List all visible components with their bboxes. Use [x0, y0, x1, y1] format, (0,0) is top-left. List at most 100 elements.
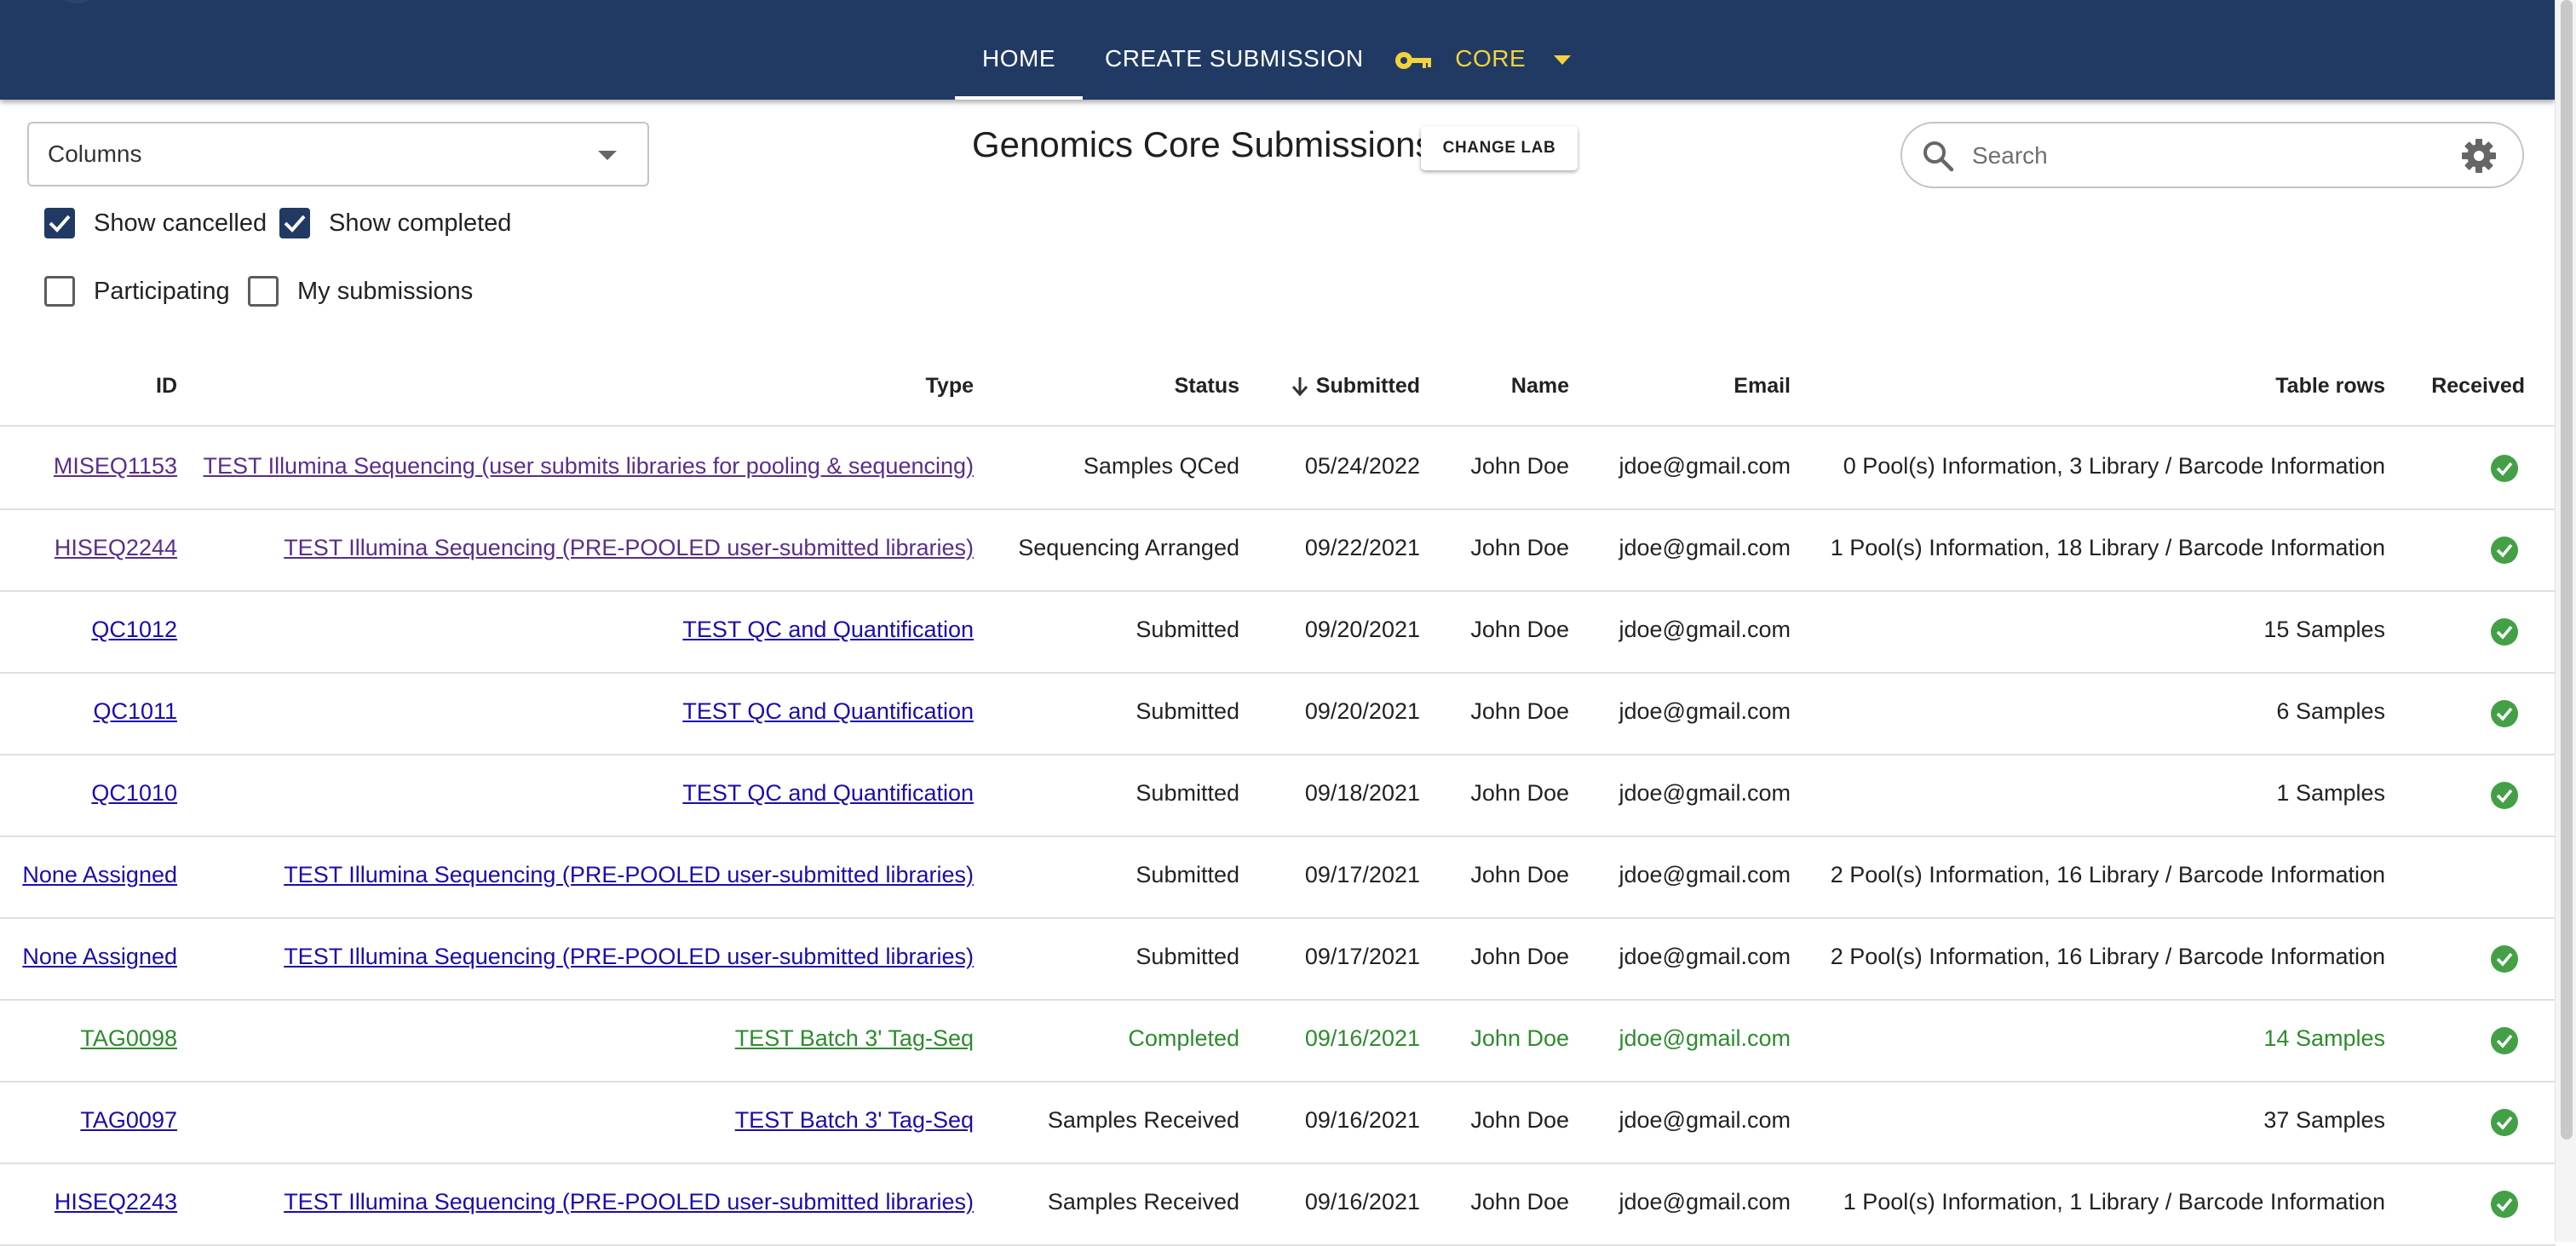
- participating-checkbox[interactable]: [44, 276, 75, 307]
- submission-type-link[interactable]: TEST Illumina Sequencing (PRE-POOLED use…: [284, 535, 974, 560]
- table-row[interactable]: HISEQ2243 TEST Illumina Sequencing (PRE-P…: [0, 1163, 2556, 1246]
- submission-id-link[interactable]: None Assigned: [22, 944, 177, 969]
- email-cell: jdoe@gmail.com: [1619, 862, 1791, 887]
- submission-type-link[interactable]: TEST Batch 3' Tag-Seq: [735, 1107, 974, 1133]
- participating-filter[interactable]: Participating: [44, 276, 230, 307]
- name-cell: John Doe: [1470, 1107, 1569, 1133]
- submission-id-link[interactable]: None Assigned: [22, 862, 177, 887]
- submission-type-link[interactable]: TEST Batch 3' Tag-Seq: [735, 1025, 974, 1051]
- table-row[interactable]: QC1011 TEST QC and Quantification Submitte…: [0, 672, 2556, 755]
- header-status[interactable]: Status: [1175, 374, 1239, 399]
- status-cell: Submitted: [1136, 780, 1239, 806]
- submission-id-link[interactable]: HISEQ2244: [55, 535, 177, 560]
- header-table-rows[interactable]: Table rows: [2275, 374, 2385, 399]
- table-row[interactable]: HISEQ2244 TEST Illumina Sequencing (PRE-P…: [0, 508, 2556, 592]
- name-cell: John Doe: [1470, 698, 1569, 724]
- name-cell: John Doe: [1470, 1025, 1569, 1051]
- table-row[interactable]: MISEQ1153 TEST Illumina Sequencing (user …: [0, 427, 2556, 510]
- submission-id-link[interactable]: MISEQ1153: [54, 453, 177, 479]
- status-cell: Submitted: [1136, 862, 1239, 887]
- submitted-cell: 09/17/2021: [1304, 944, 1420, 969]
- show-cancelled-checkbox[interactable]: [44, 208, 75, 238]
- check-circle-icon: [2491, 1027, 2518, 1054]
- submission-type-link[interactable]: TEST QC and Quantification: [682, 698, 974, 724]
- show-cancelled-filter[interactable]: Show cancelled: [44, 208, 267, 238]
- submission-type-link[interactable]: TEST QC and Quantification: [682, 780, 974, 806]
- email-cell: jdoe@gmail.com: [1619, 780, 1791, 806]
- table-rows-cell: 14 Samples: [2263, 1025, 2385, 1051]
- columns-select[interactable]: Columns: [27, 122, 649, 187]
- tab-create-submission-label: CREATE SUBMISSION: [1105, 45, 1364, 72]
- submission-id-link[interactable]: QC1012: [91, 617, 177, 642]
- logo[interactable]: [51, 0, 102, 3]
- header-email[interactable]: Email: [1734, 374, 1791, 399]
- submission-type-link[interactable]: TEST Illumina Sequencing (user submits l…: [204, 453, 974, 479]
- core-menu[interactable]: CORE: [1394, 0, 1572, 100]
- scrollbar-thumb[interactable]: [2561, 0, 2573, 1140]
- search-input[interactable]: [1970, 134, 2417, 178]
- table-rows-cell: 1 Samples: [2276, 780, 2385, 806]
- check-circle-icon: [2491, 782, 2518, 809]
- search-box[interactable]: [1900, 122, 2524, 188]
- dropdown-arrow-icon: [598, 151, 617, 160]
- status-cell: Submitted: [1136, 617, 1239, 642]
- my-submissions-label: My submissions: [297, 277, 474, 305]
- submission-id-link[interactable]: TAG0097: [80, 1107, 177, 1133]
- submission-type-link[interactable]: TEST Illumina Sequencing (PRE-POOLED use…: [284, 1189, 974, 1214]
- change-lab-button[interactable]: CHANGE LAB: [1421, 126, 1578, 170]
- sort-arrow-icon: [1291, 377, 1308, 397]
- name-cell: John Doe: [1470, 1189, 1569, 1214]
- submission-id-link[interactable]: HISEQ2243: [55, 1189, 177, 1214]
- show-completed-checkbox[interactable]: [279, 208, 310, 238]
- columns-select-label: Columns: [48, 141, 142, 167]
- check-circle-icon: [2491, 618, 2518, 646]
- table-row[interactable]: TAG0098 TEST Batch 3' Tag-Seq Completed 09/…: [0, 999, 2556, 1082]
- show-completed-label: Show completed: [329, 209, 512, 237]
- name-cell: John Doe: [1470, 617, 1569, 642]
- submission-type-link[interactable]: TEST QC and Quantification: [682, 617, 974, 642]
- submitted-cell: 09/18/2021: [1304, 780, 1420, 806]
- show-completed-filter[interactable]: Show completed: [279, 208, 511, 238]
- tab-home-label: HOME: [982, 45, 1055, 72]
- name-cell: John Doe: [1470, 780, 1569, 806]
- table-row[interactable]: QC1010 TEST QC and Quantification Submitte…: [0, 754, 2556, 837]
- submitted-cell: 09/17/2021: [1304, 862, 1420, 887]
- header-received[interactable]: Received: [2431, 374, 2525, 399]
- email-cell: jdoe@gmail.com: [1619, 535, 1791, 560]
- status-cell: Samples Received: [1047, 1107, 1239, 1133]
- tab-home[interactable]: HOME: [955, 0, 1083, 100]
- header-name[interactable]: Name: [1511, 374, 1569, 399]
- status-cell: Sequencing Arranged: [1018, 535, 1239, 560]
- tab-create-submission[interactable]: CREATE SUBMISSION: [1105, 0, 1364, 100]
- table-row[interactable]: None Assigned TEST Illumina Sequencing (P…: [0, 835, 2556, 919]
- table-rows-cell: 37 Samples: [2263, 1107, 2385, 1133]
- header-type[interactable]: Type: [926, 374, 975, 399]
- table-rows-cell: 2 Pool(s) Information, 16 Library / Barc…: [1830, 944, 2385, 969]
- submission-id-link[interactable]: QC1010: [91, 780, 177, 806]
- my-submissions-filter[interactable]: My submissions: [248, 276, 473, 307]
- header-submitted[interactable]: Submitted: [1291, 374, 1420, 399]
- submission-id-link[interactable]: TAG0098: [80, 1025, 177, 1051]
- table-row[interactable]: QC1012 TEST QC and Quantification Submitte…: [0, 590, 2556, 674]
- submission-id-link[interactable]: QC1011: [93, 698, 177, 724]
- submission-type-link[interactable]: TEST Illumina Sequencing (PRE-POOLED use…: [284, 944, 974, 969]
- submitted-cell: 09/20/2021: [1304, 698, 1420, 724]
- status-cell: Samples Received: [1047, 1189, 1239, 1214]
- scrollbar[interactable]: [2555, 0, 2576, 1242]
- chevron-down-icon: [1553, 45, 1572, 72]
- header-submitted-label: Submitted: [1315, 374, 1420, 398]
- name-cell: John Doe: [1470, 453, 1569, 479]
- email-cell: jdoe@gmail.com: [1619, 698, 1791, 724]
- my-submissions-checkbox[interactable]: [248, 276, 279, 307]
- check-circle-icon: [2491, 537, 2518, 564]
- header-id[interactable]: ID: [156, 374, 177, 399]
- check-circle-icon: [2491, 1191, 2518, 1218]
- gear-icon[interactable]: [2461, 138, 2497, 178]
- submission-type-link[interactable]: TEST Illumina Sequencing (PRE-POOLED use…: [284, 862, 974, 887]
- page-title: Genomics Core Submissions: [972, 124, 1434, 164]
- core-menu-label: CORE: [1455, 45, 1527, 72]
- table-row[interactable]: TAG0097 TEST Batch 3' Tag-Seq Samples Rece…: [0, 1081, 2556, 1164]
- table-row[interactable]: None Assigned TEST Illumina Sequencing (P…: [0, 917, 2556, 1001]
- check-circle-icon: [2491, 700, 2518, 727]
- check-circle-icon: [2491, 1109, 2518, 1136]
